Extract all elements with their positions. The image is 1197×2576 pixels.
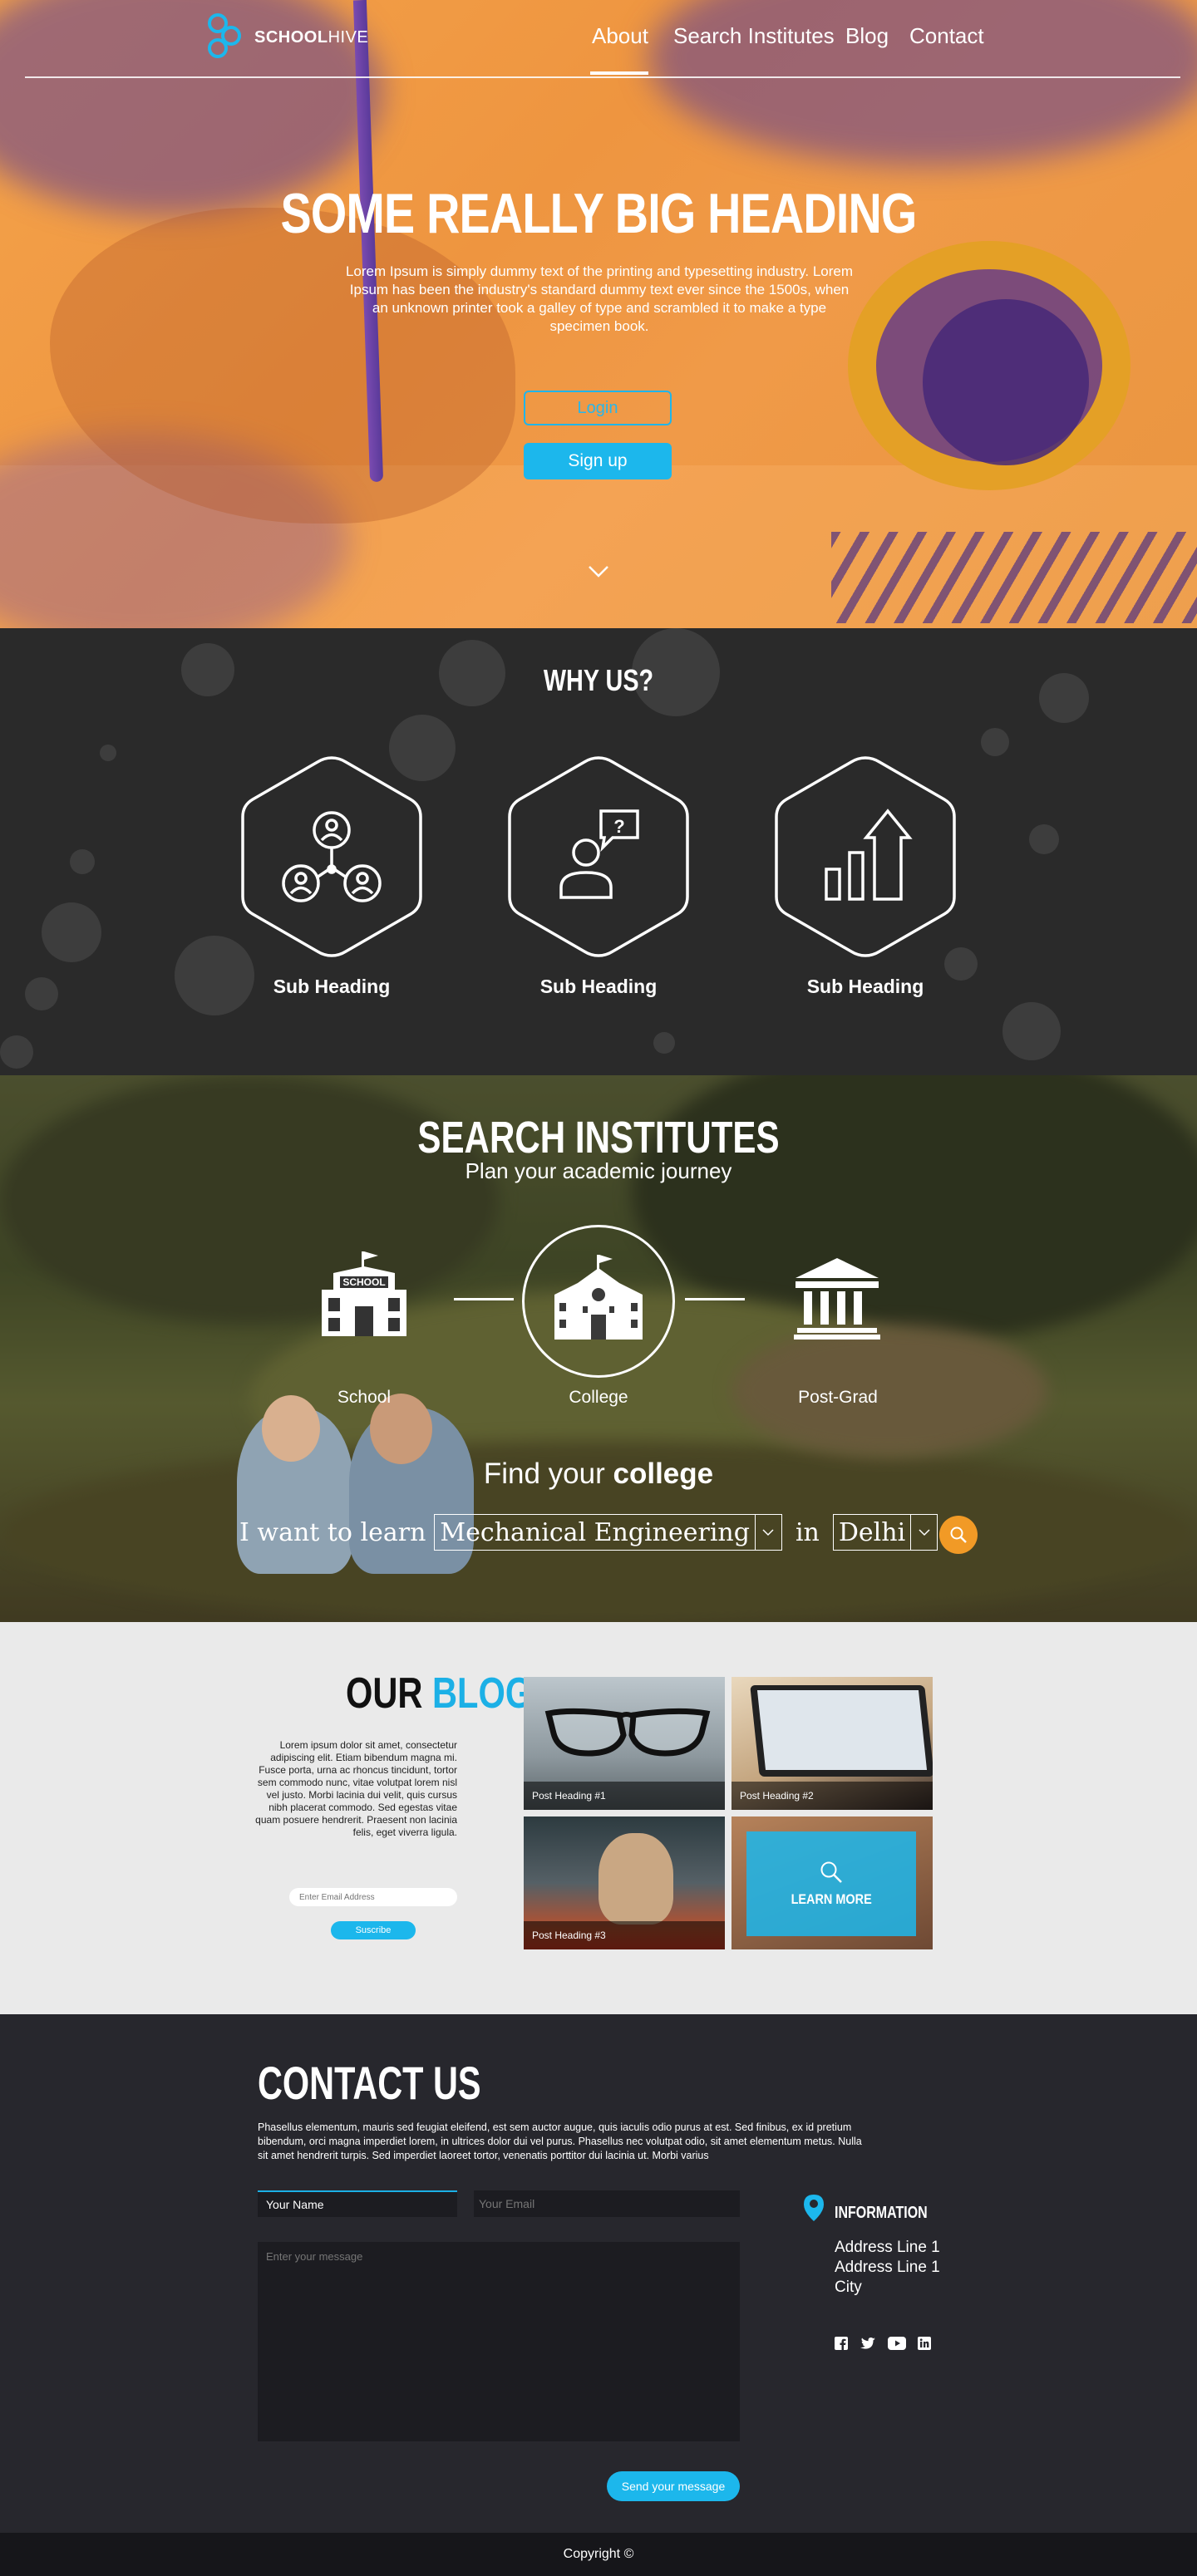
bg-bubble <box>1029 824 1059 854</box>
level-connector <box>685 1298 745 1300</box>
bg-bubble <box>70 849 95 874</box>
chevron-down-icon[interactable] <box>588 565 609 578</box>
want-to-learn-label: I want to learn <box>239 1517 426 1547</box>
why-item-2: ? <box>503 753 694 961</box>
network-users-icon <box>282 811 382 902</box>
why-us-section: WHY US? Sub Heading ? Sub Heading Sub He… <box>0 628 1197 1075</box>
search-form: I want to learn Mechanical Engineering i… <box>239 1514 938 1551</box>
bg-bubble <box>653 1032 675 1054</box>
youtube-icon[interactable] <box>888 2337 906 2350</box>
city-select-value: Delhi <box>838 1517 906 1547</box>
why-item-2-heading: Sub Heading <box>539 976 658 997</box>
post-heading: Post Heading #1 <box>524 1782 725 1810</box>
why-item-3 <box>770 753 961 961</box>
bg-bubble <box>100 745 116 761</box>
search-institutes-section: SEARCH INSTITUTES Plan your academic jou… <box>0 1075 1197 1622</box>
learn-more-label: LEARN MORE <box>791 1891 872 1907</box>
search-title: SEARCH INSTITUTES <box>417 1113 780 1163</box>
hero-headphone-bg <box>923 299 1089 465</box>
search-subtitle: Plan your academic journey <box>465 1158 732 1183</box>
address-line: Address Line 1 <box>835 2239 940 2256</box>
hive-logo-icon <box>208 13 241 58</box>
twitter-icon[interactable] <box>860 2337 876 2350</box>
nav-active-indicator <box>590 71 648 75</box>
laptop-screen <box>756 1690 928 1770</box>
contact-title: CONTACT US <box>258 2057 481 2109</box>
blog-title: OUR BLOG <box>346 1669 533 1718</box>
blog-description: Lorem ipsum dolor sit amet, consectetur … <box>255 1739 457 1838</box>
footer: Copyright © <box>0 2533 1197 2576</box>
bg-bubble <box>1002 1002 1061 1060</box>
search-button[interactable] <box>939 1516 978 1554</box>
level-postgrad-label[interactable]: Post-Grad <box>755 1388 921 1408</box>
level-college-label[interactable]: College <box>515 1388 682 1408</box>
svg-text:?: ? <box>613 816 624 837</box>
nav-divider <box>25 76 1180 78</box>
growth-chart-icon <box>825 809 913 901</box>
nav-contact[interactable]: Contact <box>909 23 984 49</box>
hero-title: SOME REALLY BIG HEADING <box>280 182 917 245</box>
why-item-3-heading: Sub Heading <box>806 976 924 997</box>
send-message-button[interactable]: Send your message <box>607 2471 740 2501</box>
logo-text: SCHOOLHIVE <box>254 27 369 47</box>
facebook-icon[interactable] <box>835 2337 848 2350</box>
address-city: City <box>835 2279 862 2296</box>
subscribe-button[interactable]: Suscribe <box>331 1921 416 1939</box>
subject-select-value: Mechanical Engineering <box>440 1517 750 1547</box>
search-icon <box>950 1526 967 1543</box>
chevron-down-icon <box>910 1514 937 1551</box>
blog-post-1[interactable]: Post Heading #1 <box>524 1677 725 1810</box>
in-label: in <box>795 1517 820 1547</box>
learn-more-button[interactable]: LEARN MORE <box>746 1831 916 1936</box>
address-line: Address Line 1 <box>835 2259 940 2276</box>
nav-about[interactable]: About <box>592 23 648 49</box>
level-connector <box>454 1298 514 1300</box>
why-us-title: WHY US? <box>543 663 654 697</box>
level-school-label[interactable]: School <box>281 1388 447 1408</box>
nav-blog[interactable]: Blog <box>845 23 889 49</box>
information-title: INFORMATION <box>835 2204 928 2222</box>
linkedin-icon[interactable] <box>918 2337 931 2350</box>
signup-button[interactable]: Sign up <box>524 443 672 479</box>
reader-image <box>598 1833 673 1925</box>
location-pin-icon <box>804 2195 824 2221</box>
search-icon <box>820 1861 842 1883</box>
find-your-college-heading: Find your college <box>483 1458 714 1490</box>
login-button[interactable]: Login <box>524 391 672 425</box>
bg-bubble <box>25 977 58 1010</box>
copyright-text: Copyright © <box>563 2547 634 2561</box>
bg-bubble <box>0 1035 33 1069</box>
logo[interactable]: SCHOOLHIVE <box>206 10 368 65</box>
hero-section: SCHOOLHIVE About Search Institutes Blog … <box>0 0 1197 628</box>
contact-description: Phasellus elementum, mauris sed feugiat … <box>258 2121 862 2161</box>
glasses-image <box>544 1708 711 1757</box>
email-field[interactable] <box>474 2190 740 2217</box>
city-select[interactable]: Delhi <box>832 1514 938 1551</box>
post-heading: Post Heading #2 <box>732 1782 933 1810</box>
contact-section: CONTACT US Phasellus elementum, mauris s… <box>0 2014 1197 2533</box>
newsletter-email-input[interactable] <box>289 1888 457 1906</box>
college-building-icon[interactable] <box>553 1253 644 1340</box>
university-columns-icon[interactable] <box>794 1256 880 1340</box>
person-question-icon: ? <box>559 809 639 899</box>
school-building-icon[interactable]: SCHOOL <box>318 1248 410 1340</box>
name-field[interactable] <box>258 2190 457 2217</box>
hero-description: Lorem Ipsum is simply dummy text of the … <box>345 263 854 334</box>
blog-post-3[interactable]: Post Heading #3 <box>524 1816 725 1949</box>
svg-text:SCHOOL: SCHOOL <box>342 1276 385 1288</box>
blog-post-2[interactable]: Post Heading #2 <box>732 1677 933 1810</box>
why-item-1-heading: Sub Heading <box>273 976 391 997</box>
subject-select[interactable]: Mechanical Engineering <box>434 1514 782 1551</box>
post-heading: Post Heading #3 <box>524 1921 725 1949</box>
message-field[interactable] <box>258 2242 740 2441</box>
chevron-down-icon <box>754 1514 781 1551</box>
bg-bubble <box>981 728 1009 756</box>
nav-search-institutes[interactable]: Search Institutes <box>673 23 835 49</box>
why-item-1 <box>236 753 427 961</box>
hero-notebook-spiral <box>831 532 1197 623</box>
bg-bubble <box>42 902 101 962</box>
